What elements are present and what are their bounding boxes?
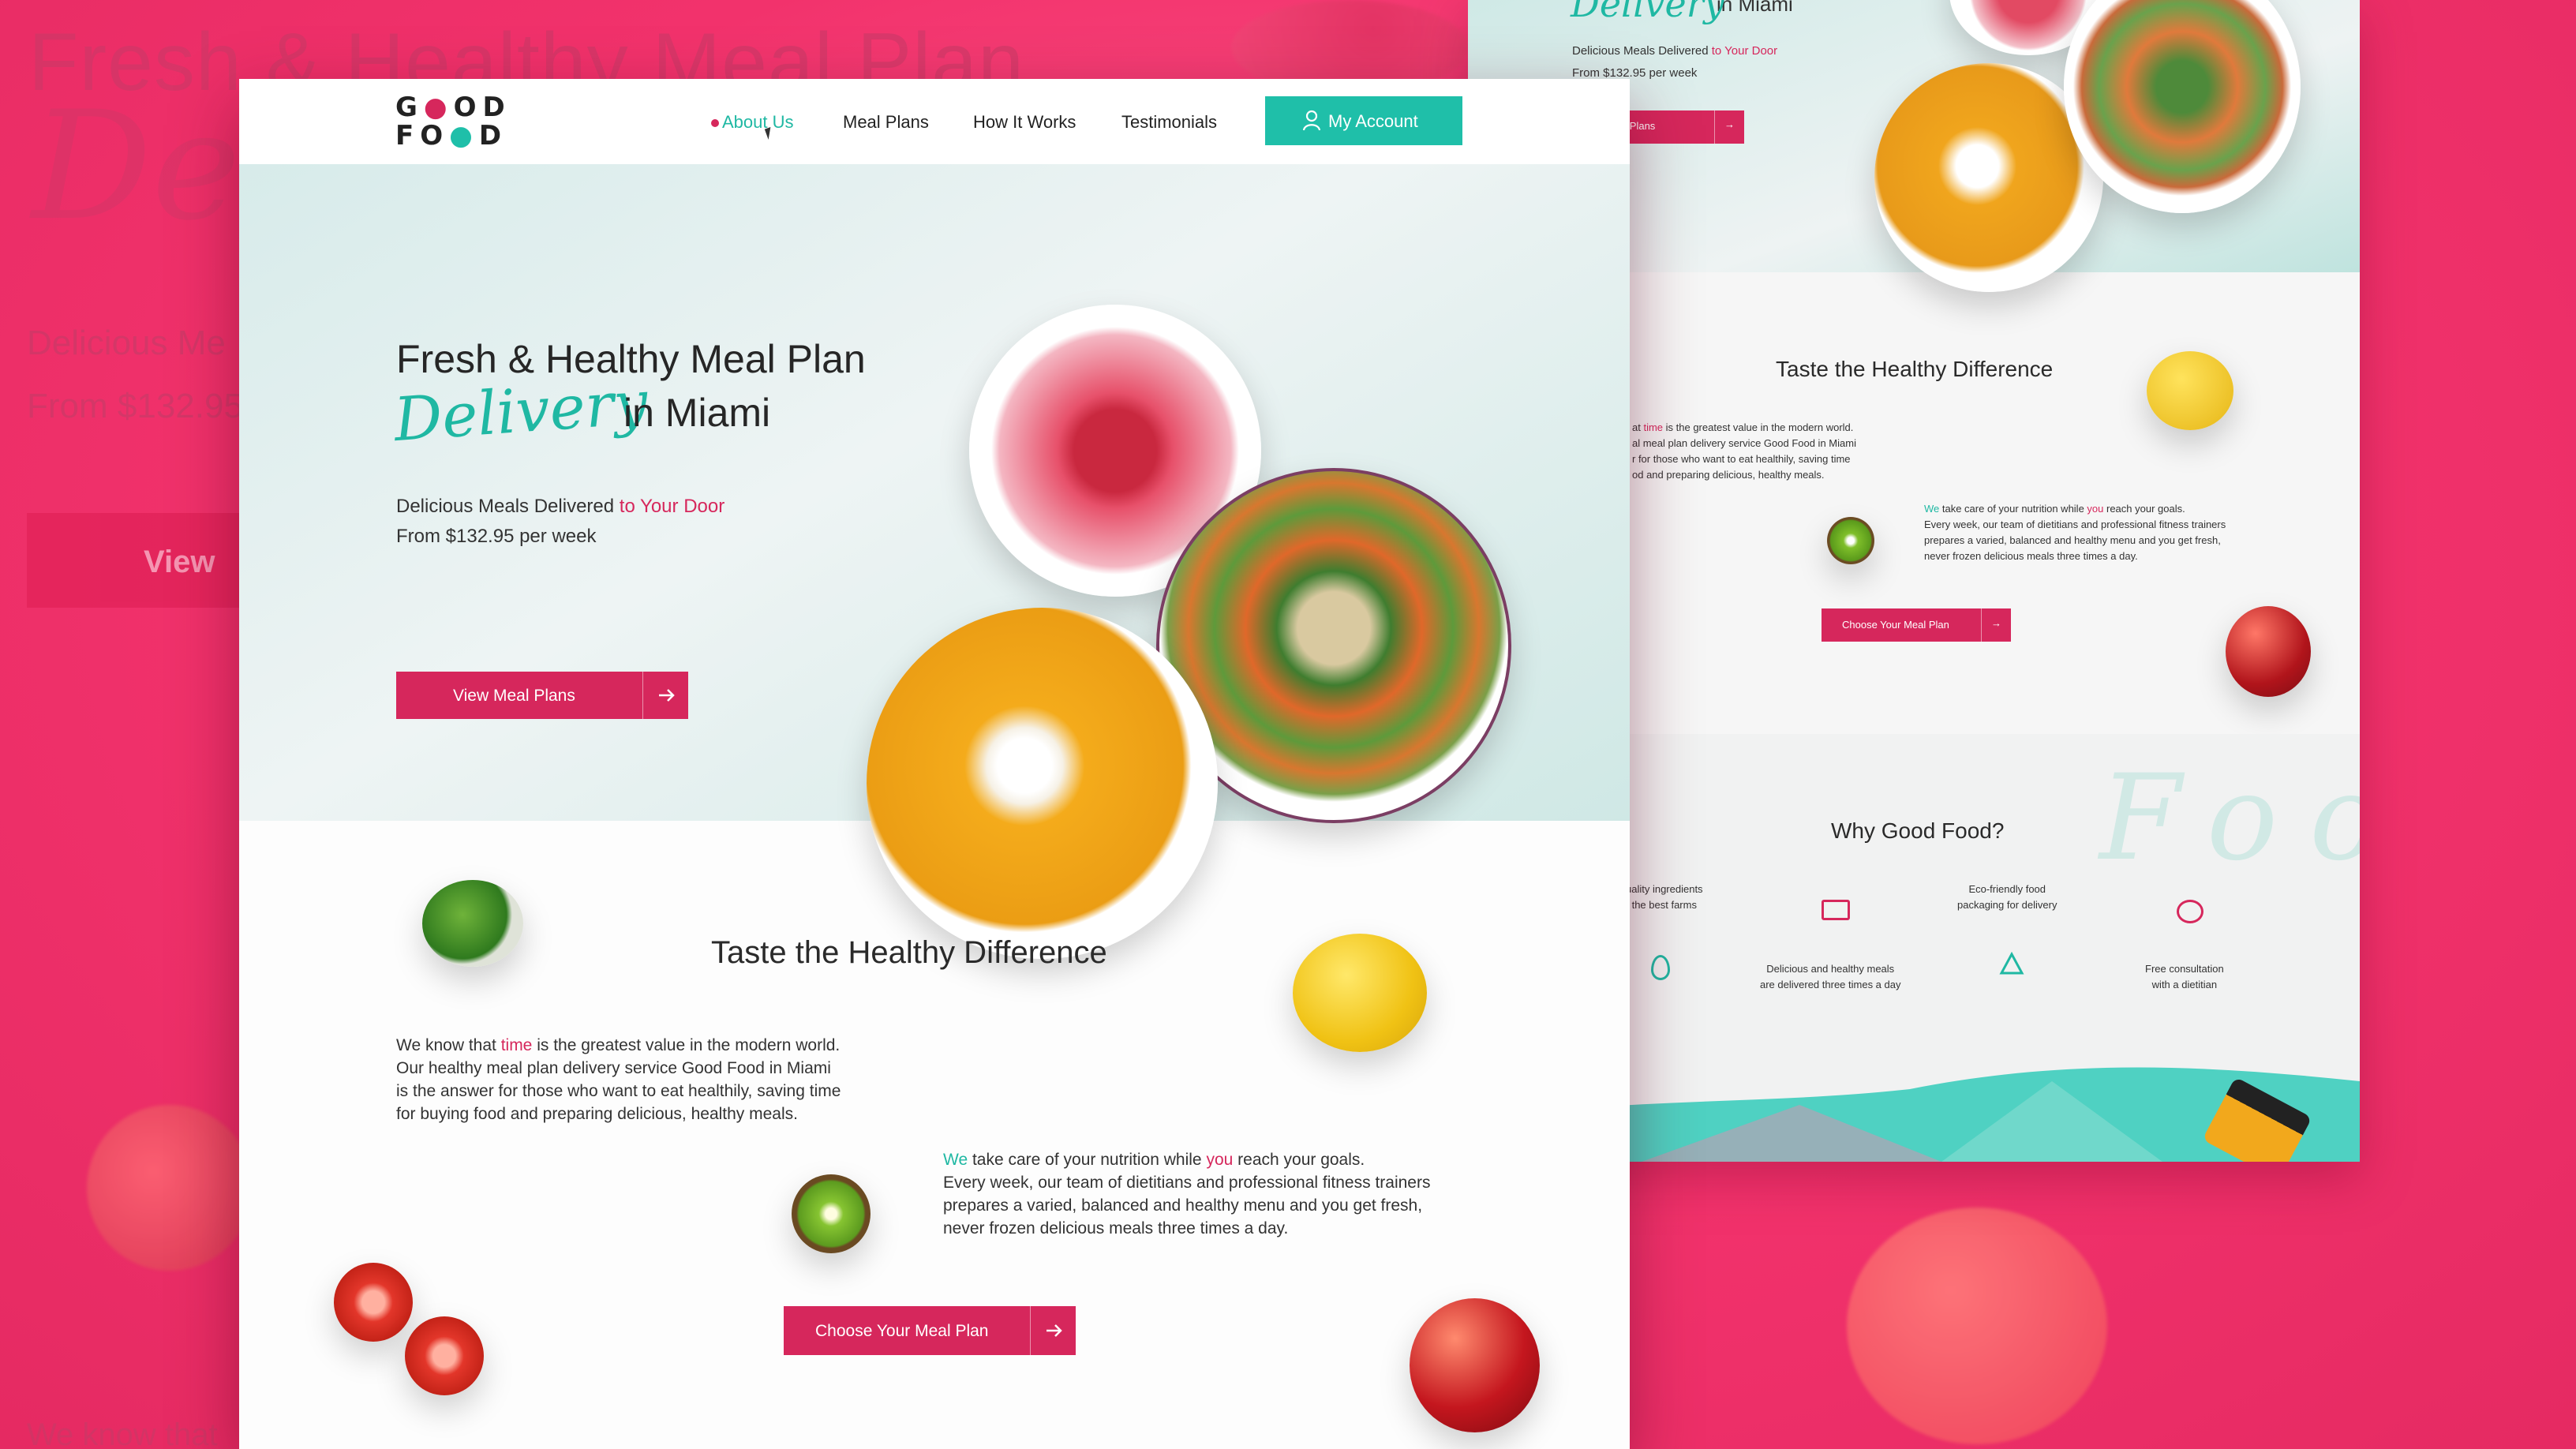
back-recycle-icon xyxy=(1998,951,2025,978)
back-leaf-icon xyxy=(1651,955,1670,980)
back-taste-para-1: at time is the greatest value in the mod… xyxy=(1632,421,1856,481)
back-feature-2: Delicious and healthy meals are delivered… xyxy=(1760,963,1901,990)
tomato-slice-image xyxy=(334,1263,413,1342)
back-feature-1: uality ingredients the best farms xyxy=(1626,883,1703,911)
back-why-title: Why Good Food? xyxy=(1831,818,2005,843)
backdrop-script-decoration: De xyxy=(32,79,241,253)
main-page: G●OD FO●D About Us Meal Plans How It Wor… xyxy=(239,79,1630,1449)
good-food-logo[interactable]: G●OD FO●D xyxy=(395,93,514,150)
arrow-right-icon xyxy=(642,672,688,719)
back-taste-para-2: We take care of your nutrition while you… xyxy=(1924,503,2226,562)
back-chat-icon xyxy=(2177,900,2203,923)
backdrop-subtitle: Delicious Me xyxy=(27,324,226,362)
taste-section-title: Taste the Healthy Difference xyxy=(711,935,1107,970)
back-lemon-image xyxy=(2147,351,2233,430)
my-account-label: My Account xyxy=(1328,111,1418,131)
choose-meal-plan-label: Choose Your Meal Plan xyxy=(815,1322,989,1340)
back-hero-title: in Miami xyxy=(1717,0,1793,16)
taste-paragraph-1: We know that time is the greatest value … xyxy=(396,1036,841,1123)
pumpkin-soup-bowl-image xyxy=(867,608,1218,959)
hero-price: From $132.95 per week xyxy=(396,526,597,547)
back-apple-image xyxy=(2226,606,2311,697)
logo-line-2: FO●D xyxy=(395,120,508,152)
back-why-script: Food xyxy=(2099,750,2360,887)
back-hero-price: From $132.95 per week xyxy=(1572,66,1698,80)
blurred-lemon-image xyxy=(1847,1208,2107,1444)
back-taste-title: Taste the Healthy Difference xyxy=(1776,357,2054,381)
tomato-slice-image xyxy=(405,1316,484,1395)
top-navigation: G●OD FO●D About Us Meal Plans How It Wor… xyxy=(239,79,1630,164)
back-hero-subtitle: Delicious Meals Delivered to Your Door xyxy=(1572,44,1778,58)
view-meal-plans-button[interactable]: View Meal Plans xyxy=(396,672,688,719)
taste-paragraph-2: We take care of your nutrition while you… xyxy=(943,1151,1431,1237)
arrow-right-icon xyxy=(1030,1306,1076,1355)
basil-leaves-image xyxy=(422,880,523,967)
active-indicator-dot xyxy=(711,119,719,127)
hero-section: Fresh & Healthy Meal Plan Delivery in Mi… xyxy=(239,164,1630,959)
view-meal-plans-label: View Meal Plans xyxy=(453,687,575,705)
backdrop-price: From $132.95 xyxy=(27,387,243,425)
choose-meal-plan-button[interactable]: Choose Your Meal Plan xyxy=(784,1306,1076,1355)
back-feature-3: Eco-friendly food packaging for delivery xyxy=(1957,883,2057,911)
back-choose-plan-button: Choose Your Meal Plan → xyxy=(1822,608,2011,642)
logo-line-1: G●OD xyxy=(395,92,511,123)
nav-testimonials[interactable]: Testimonials xyxy=(1121,112,1217,133)
blurred-basil-image xyxy=(87,1105,253,1271)
lemon-image xyxy=(1293,934,1427,1052)
user-icon xyxy=(1302,110,1321,131)
my-account-button[interactable]: My Account xyxy=(1265,96,1462,145)
back-hero-script: Delivery xyxy=(1571,0,1724,25)
nav-meal-plans[interactable]: Meal Plans xyxy=(843,112,929,133)
backdrop-bottom-text: We know that xyxy=(27,1417,218,1449)
back-kiwi-image xyxy=(1827,517,1874,564)
back-truck-icon xyxy=(1822,900,1850,920)
apple-image xyxy=(1410,1298,1540,1432)
back-feature-4: Free consultation with a dietitian xyxy=(2145,963,2224,990)
hero-subtitle: Delicious Meals Delivered to Your Door xyxy=(396,496,725,517)
nav-about-us[interactable]: About Us xyxy=(722,112,794,133)
hero-title-location: in Miami xyxy=(623,391,771,435)
kiwi-image xyxy=(792,1174,871,1253)
nav-how-it-works[interactable]: How It Works xyxy=(973,112,1076,133)
